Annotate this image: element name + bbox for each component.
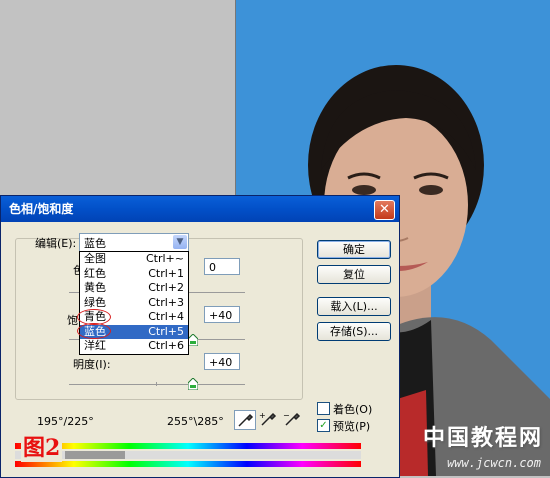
edit-dropdown-menu: 全图 Ctrl+~ 红色 Ctrl+1 黄色 Ctrl+2 绿色 Ctrl+3 青色 Ct… xyxy=(79,251,189,355)
hue-input[interactable]: 0 xyxy=(204,258,240,275)
edit-select[interactable]: 蓝色 ▼ xyxy=(79,233,189,252)
range-right-readout: 255°\285° xyxy=(167,415,224,428)
dialog-titlebar[interactable]: 色相/饱和度 ✕ xyxy=(1,196,399,222)
chevron-down-icon[interactable]: ▼ xyxy=(173,235,187,249)
svg-text:+: + xyxy=(259,411,266,420)
colorize-checkbox[interactable] xyxy=(317,402,330,415)
lightness-slider-track[interactable] xyxy=(69,384,245,385)
ok-button[interactable]: 确定 xyxy=(317,240,391,259)
preview-label: 预览(P) xyxy=(333,420,371,433)
figure-label: 图2 xyxy=(21,430,63,462)
dropdown-option-magenta[interactable]: 洋红 Ctrl+6 xyxy=(80,339,188,354)
dropdown-option-red[interactable]: 红色 Ctrl+1 xyxy=(80,267,188,282)
close-icon[interactable]: ✕ xyxy=(374,200,395,220)
eyedropper-plus-icon[interactable]: + xyxy=(258,410,280,430)
dropdown-option-all[interactable]: 全图 Ctrl+~ xyxy=(80,252,188,267)
svg-text:−: − xyxy=(283,411,290,420)
preview-checkbox[interactable]: ✓ xyxy=(317,419,330,432)
range-slider-bar[interactable] xyxy=(15,451,361,459)
colorize-label: 着色(O) xyxy=(333,403,373,416)
lightness-label: 明度(I): xyxy=(73,358,111,371)
eyedropper-minus-icon[interactable]: − xyxy=(282,410,304,430)
lightness-input[interactable]: +40 xyxy=(204,353,240,370)
range-left-readout: 195°/225° xyxy=(37,415,94,428)
saturation-slider-thumb[interactable] xyxy=(188,334,198,346)
dialog-title: 色相/饱和度 xyxy=(9,202,74,216)
lightness-center-tick xyxy=(156,382,157,386)
watermark-text: 中国教程网 xyxy=(422,426,543,451)
watermark-url: www.jcwcn.com xyxy=(447,456,541,470)
edit-select-value: 蓝色 xyxy=(84,237,106,250)
lightness-slider-thumb[interactable] xyxy=(188,378,198,390)
saturation-label: 饱 xyxy=(67,314,78,327)
load-button[interactable]: 载入(L)... xyxy=(317,297,391,316)
reset-button[interactable]: 复位 xyxy=(317,265,391,284)
dropdown-option-yellow[interactable]: 黄色 Ctrl+2 xyxy=(80,281,188,296)
saturation-input[interactable]: +40 xyxy=(204,306,240,323)
dropdown-option-green[interactable]: 绿色 Ctrl+3 xyxy=(80,296,188,311)
save-button[interactable]: 存储(S)... xyxy=(317,322,391,341)
edit-label: 编辑(E): xyxy=(35,237,77,250)
eyedropper-icon[interactable] xyxy=(234,410,256,430)
hue-saturation-dialog: 色相/饱和度 ✕ 编辑(E): 蓝色 ▼ 全图 Ctrl+~ 红色 Ctrl+1 黄… xyxy=(0,195,400,478)
output-spectrum-bar xyxy=(15,461,361,467)
annotation-circle-blue xyxy=(77,323,111,339)
range-slider-selected[interactable] xyxy=(65,451,125,459)
input-spectrum-bar xyxy=(15,443,361,449)
